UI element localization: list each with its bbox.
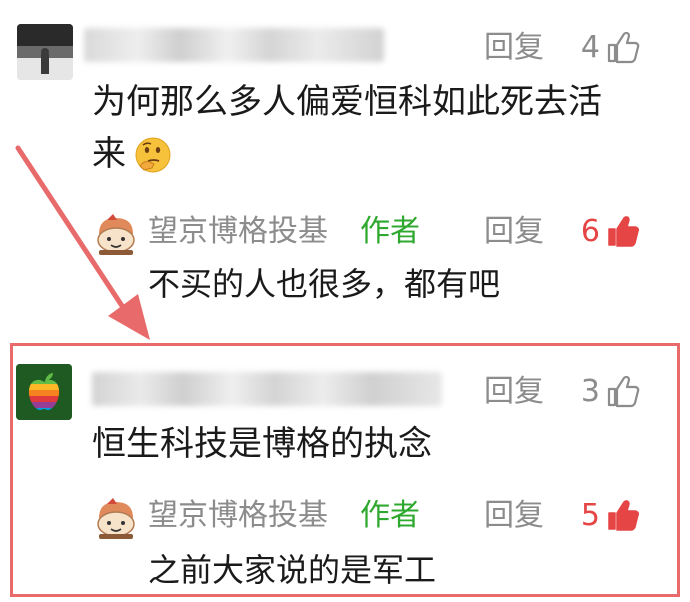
- blurred-username: [84, 28, 384, 62]
- blurred-username: [92, 372, 442, 406]
- author-name[interactable]: 望京博格投基: [148, 212, 328, 252]
- thumbs-up-outline-icon[interactable]: [606, 374, 640, 408]
- user-avatar[interactable]: [17, 24, 73, 80]
- comment-text: 恒生科技是博格的执念: [92, 424, 432, 464]
- author-avatar-icon[interactable]: [93, 212, 139, 256]
- author-avatar-icon[interactable]: [93, 496, 139, 540]
- reply-button[interactable]: 回复: [484, 372, 544, 412]
- reply-button[interactable]: 回复: [484, 496, 544, 536]
- author-name[interactable]: 望京博格投基: [148, 496, 328, 536]
- like-count: 4: [580, 30, 600, 65]
- thumbs-up-filled-icon[interactable]: [606, 214, 640, 248]
- author-reply-text: 不买的人也很多，都有吧: [148, 265, 501, 303]
- reply-button[interactable]: 回复: [484, 212, 544, 252]
- thumbs-up-outline-icon[interactable]: [606, 30, 640, 64]
- thinking-face-emoji: [135, 137, 171, 173]
- author-tag: 作者: [360, 214, 420, 249]
- like-count: 3: [580, 374, 600, 409]
- like-count: 6: [580, 214, 600, 249]
- rainbow-apple-icon: [16, 364, 72, 420]
- like-count: 5: [580, 498, 600, 533]
- comment-text-continued: 来: [92, 134, 126, 174]
- thumbs-up-filled-icon[interactable]: [606, 498, 640, 532]
- reply-button[interactable]: 回复: [484, 28, 544, 68]
- author-tag: 作者: [360, 498, 420, 533]
- comment-text: 为何那么多人偏爱恒科如此死去活: [92, 82, 602, 122]
- user-avatar[interactable]: [16, 364, 72, 420]
- avatar-photo-icon: [17, 24, 73, 80]
- author-reply-text: 之前大家说的是军工: [148, 551, 437, 589]
